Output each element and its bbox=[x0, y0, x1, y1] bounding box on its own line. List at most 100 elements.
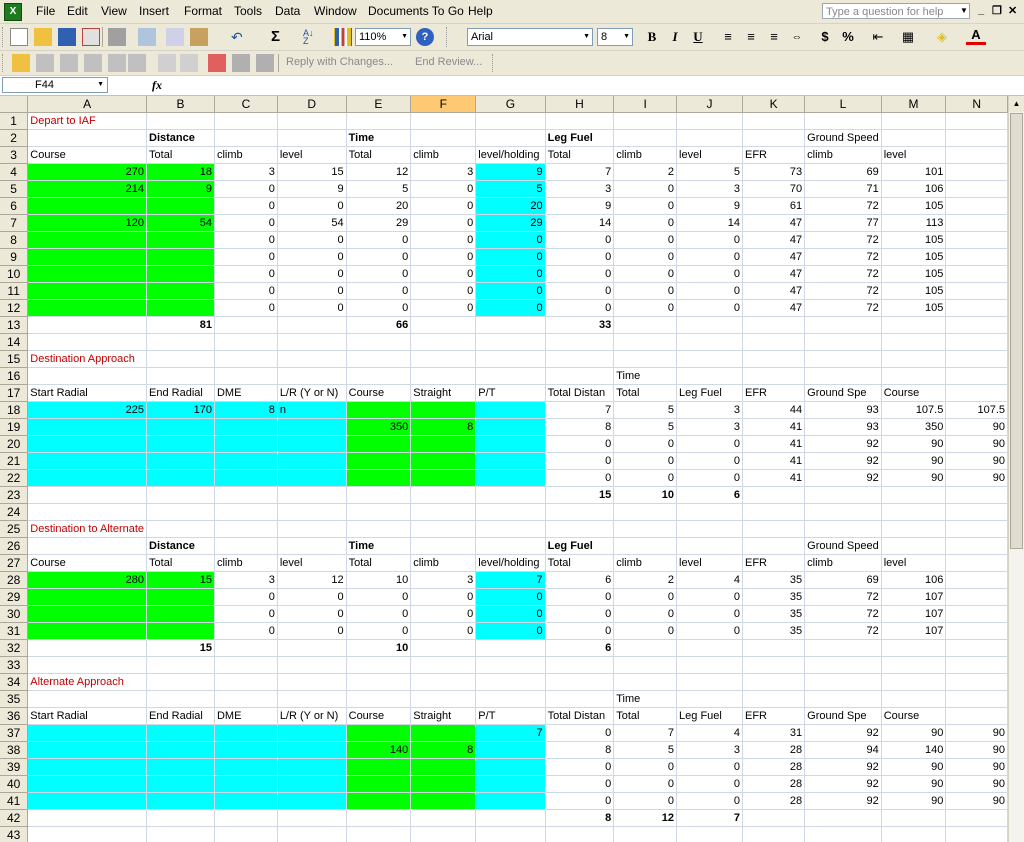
cell-j12[interactable]: 0 bbox=[676, 299, 743, 317]
menu-tools[interactable]: Tools bbox=[234, 4, 262, 18]
toolbar-grip[interactable] bbox=[492, 54, 496, 72]
cell-k36[interactable]: EFR bbox=[742, 707, 806, 725]
print-icon[interactable] bbox=[108, 28, 126, 46]
cell-b4[interactable]: 18 bbox=[146, 163, 215, 181]
cell-g23[interactable] bbox=[475, 486, 546, 504]
row-header[interactable]: 17 bbox=[0, 384, 29, 402]
cell-l29[interactable]: 72 bbox=[804, 588, 882, 606]
cell-n38[interactable]: 90 bbox=[945, 741, 1008, 759]
cell-l33[interactable] bbox=[804, 656, 882, 674]
row-header[interactable]: 28 bbox=[0, 571, 29, 589]
cell-m1[interactable] bbox=[881, 112, 947, 130]
cell-g6[interactable]: 20 bbox=[475, 197, 546, 215]
review-icon[interactable] bbox=[128, 54, 146, 72]
cell-i16[interactable]: Time bbox=[613, 367, 678, 385]
cell-m10[interactable]: 105 bbox=[881, 265, 947, 283]
cell-a29[interactable] bbox=[27, 588, 148, 606]
cell-f17[interactable]: Straight bbox=[410, 384, 477, 402]
cell-j42[interactable]: 7 bbox=[676, 809, 743, 827]
cell-m42[interactable] bbox=[881, 809, 947, 827]
cell-a41[interactable] bbox=[27, 792, 148, 810]
cell-g31[interactable]: 0 bbox=[475, 622, 546, 640]
cell-b15[interactable] bbox=[146, 350, 215, 368]
cell-g28[interactable]: 7 bbox=[475, 571, 546, 589]
cell-c6[interactable]: 0 bbox=[214, 197, 278, 215]
cell-m39[interactable]: 90 bbox=[881, 758, 947, 776]
cell-g21[interactable] bbox=[475, 452, 546, 470]
cell-f32[interactable] bbox=[410, 639, 477, 657]
cell-j15[interactable] bbox=[676, 350, 743, 368]
cell-j20[interactable]: 0 bbox=[676, 435, 743, 453]
cell-k14[interactable] bbox=[742, 333, 806, 351]
cell-a10[interactable] bbox=[27, 265, 148, 283]
cell-m27[interactable]: level bbox=[881, 554, 947, 572]
cell-a24[interactable] bbox=[27, 503, 148, 521]
cell-d37[interactable] bbox=[277, 724, 347, 742]
column-header-g[interactable]: G bbox=[475, 96, 546, 113]
cell-g13[interactable] bbox=[475, 316, 546, 334]
cell-a13[interactable] bbox=[27, 316, 148, 334]
cell-f13[interactable] bbox=[410, 316, 477, 334]
cell-f2[interactable] bbox=[410, 129, 477, 147]
cell-b39[interactable] bbox=[146, 758, 215, 776]
cell-b42[interactable] bbox=[146, 809, 215, 827]
cell-e29[interactable]: 0 bbox=[346, 588, 412, 606]
cell-m20[interactable]: 90 bbox=[881, 435, 947, 453]
cell-f41[interactable] bbox=[410, 792, 477, 810]
cell-b27[interactable]: Total bbox=[146, 554, 215, 572]
cell-k27[interactable]: EFR bbox=[742, 554, 806, 572]
column-header-i[interactable]: I bbox=[613, 96, 678, 113]
cell-a8[interactable] bbox=[27, 231, 148, 249]
cell-a25[interactable]: Destination to Alternate bbox=[27, 520, 148, 538]
cell-n42[interactable] bbox=[945, 809, 1008, 827]
paste-icon[interactable] bbox=[190, 28, 208, 46]
cell-d18[interactable]: n bbox=[277, 401, 347, 419]
new-icon[interactable] bbox=[10, 28, 28, 46]
cell-e9[interactable]: 0 bbox=[346, 248, 412, 266]
cell-d3[interactable]: level bbox=[277, 146, 347, 164]
cell-k31[interactable]: 35 bbox=[742, 622, 806, 640]
cell-m21[interactable]: 90 bbox=[881, 452, 947, 470]
cell-m28[interactable]: 106 bbox=[881, 571, 947, 589]
cell-f5[interactable]: 0 bbox=[410, 180, 477, 198]
cell-g10[interactable]: 0 bbox=[475, 265, 546, 283]
cell-e39[interactable] bbox=[346, 758, 412, 776]
row-header[interactable]: 14 bbox=[0, 333, 29, 351]
cell-g17[interactable]: P/T bbox=[475, 384, 546, 402]
cell-m12[interactable]: 105 bbox=[881, 299, 947, 317]
row-header[interactable]: 3 bbox=[0, 146, 29, 164]
cell-b19[interactable] bbox=[146, 418, 215, 436]
cell-d15[interactable] bbox=[277, 350, 347, 368]
cell-b7[interactable]: 54 bbox=[146, 214, 215, 232]
cell-i17[interactable]: Total bbox=[613, 384, 678, 402]
cell-k29[interactable]: 35 bbox=[742, 588, 806, 606]
toolbar-grip[interactable] bbox=[446, 27, 450, 47]
cell-h24[interactable] bbox=[545, 503, 615, 521]
copy-icon[interactable] bbox=[166, 28, 184, 46]
cell-j1[interactable] bbox=[676, 112, 743, 130]
cell-d29[interactable]: 0 bbox=[277, 588, 347, 606]
cell-i41[interactable]: 0 bbox=[613, 792, 678, 810]
cell-d27[interactable]: level bbox=[277, 554, 347, 572]
cell-c34[interactable] bbox=[214, 673, 278, 691]
cell-m14[interactable] bbox=[881, 333, 947, 351]
row-header[interactable]: 4 bbox=[0, 163, 29, 181]
row-header[interactable]: 8 bbox=[0, 231, 29, 249]
cell-c11[interactable]: 0 bbox=[214, 282, 278, 300]
cell-k7[interactable]: 47 bbox=[742, 214, 806, 232]
cell-b6[interactable] bbox=[146, 197, 215, 215]
row-header[interactable]: 38 bbox=[0, 741, 29, 759]
cell-f34[interactable] bbox=[410, 673, 477, 691]
cell-i26[interactable] bbox=[613, 537, 678, 555]
cell-f19[interactable]: 8 bbox=[410, 418, 477, 436]
cell-i31[interactable]: 0 bbox=[613, 622, 678, 640]
cell-f31[interactable]: 0 bbox=[410, 622, 477, 640]
cell-f27[interactable]: climb bbox=[410, 554, 477, 572]
cell-i30[interactable]: 0 bbox=[613, 605, 678, 623]
cell-j28[interactable]: 4 bbox=[676, 571, 743, 589]
cell-m19[interactable]: 350 bbox=[881, 418, 947, 436]
cell-j6[interactable]: 9 bbox=[676, 197, 743, 215]
cell-h13[interactable]: 33 bbox=[545, 316, 615, 334]
cell-m26[interactable] bbox=[881, 537, 947, 555]
row-header[interactable]: 7 bbox=[0, 214, 29, 232]
